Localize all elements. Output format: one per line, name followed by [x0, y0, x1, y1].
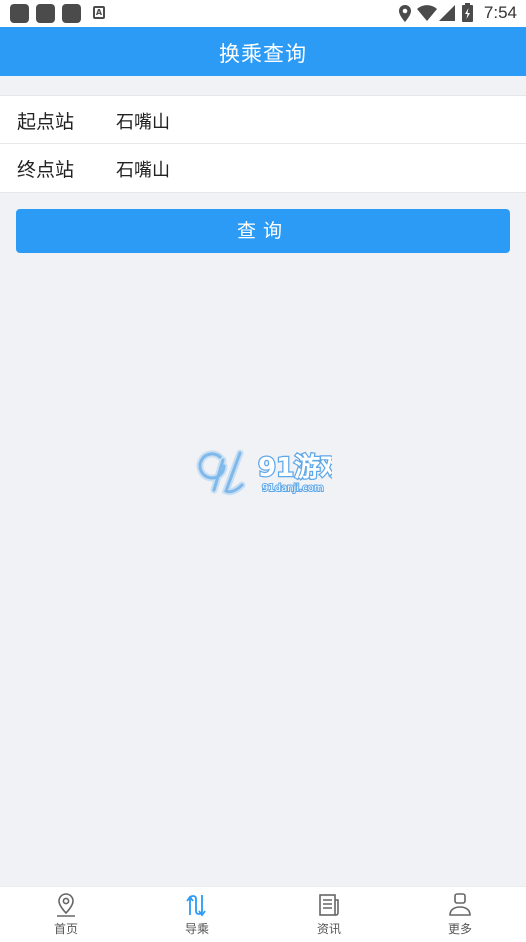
status-bar: A 7:54: [0, 0, 526, 27]
user-icon: [449, 893, 471, 916]
notification-icon: [36, 4, 55, 23]
end-station-label: 终点站: [17, 159, 75, 181]
map-pin-icon: [57, 893, 75, 917]
battery-icon: [462, 3, 473, 22]
location-icon: [399, 5, 411, 22]
nav-label-more: 更多: [447, 922, 472, 936]
nav-label-guide: 导乘: [184, 922, 209, 936]
nav-label-news: 资讯: [316, 922, 341, 936]
app-screen: A 7:54 换乘查询 起点站 石嘴山 终点站 石嘴山 查询 91游 91dan…: [0, 0, 526, 942]
start-station-field[interactable]: 石嘴山: [116, 108, 170, 134]
page-title: 换乘查询: [219, 42, 307, 66]
watermark-site: 91danji.com: [262, 483, 324, 494]
end-station-field[interactable]: 石嘴山: [116, 156, 170, 182]
notification-icon: [10, 4, 29, 23]
nav-item-home[interactable]: 首页: [26, 887, 106, 942]
notification-icon: [62, 4, 81, 23]
start-station-row[interactable]: 起点站 石嘴山: [0, 96, 526, 144]
nav-label-home: 首页: [53, 922, 78, 936]
start-station-label: 起点站: [17, 111, 75, 133]
bottom-nav: 首页 导乘 资讯 更多: [0, 886, 526, 942]
wifi-icon: [417, 5, 437, 21]
clock: 7:54: [483, 3, 517, 22]
app-header: 换乘查询: [0, 27, 526, 76]
nav-item-news[interactable]: 资讯: [289, 887, 369, 942]
news-icon: [319, 894, 339, 916]
nav-item-more[interactable]: 更多: [420, 887, 500, 942]
watermark-logo: 91游戏 91danji.com: [196, 449, 332, 496]
watermark-text: 91游戏: [258, 453, 332, 483]
query-button[interactable]: 查询: [16, 209, 510, 253]
nav-item-guide[interactable]: 导乘: [157, 887, 237, 942]
keyboard-icon: A: [93, 6, 105, 19]
signal-icon: [439, 5, 455, 21]
route-form: 起点站 石嘴山 终点站 石嘴山: [0, 95, 526, 193]
end-station-row[interactable]: 终点站 石嘴山: [0, 144, 526, 191]
route-arrows-icon: [186, 895, 206, 917]
